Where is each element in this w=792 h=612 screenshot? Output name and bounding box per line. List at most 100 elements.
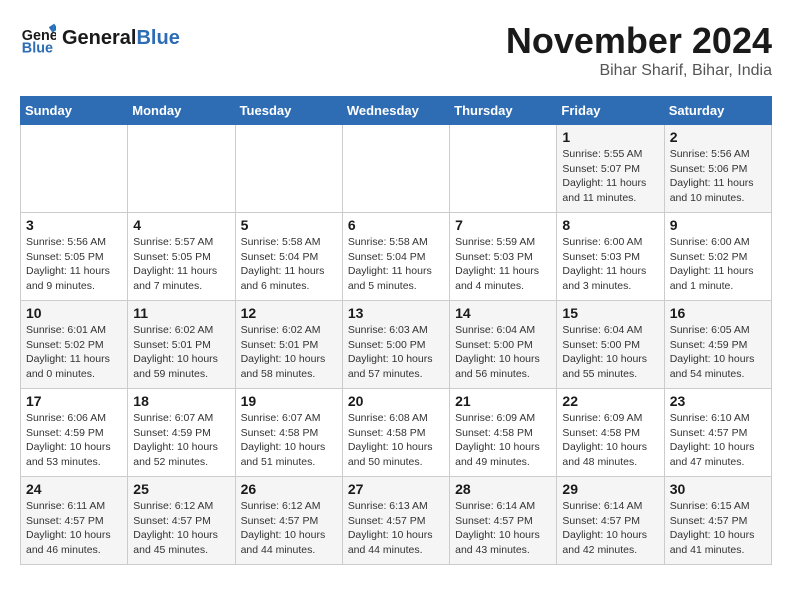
calendar-cell [450, 125, 557, 213]
day-detail: Sunrise: 5:58 AM Sunset: 5:04 PM Dayligh… [241, 235, 337, 294]
day-detail: Sunrise: 6:04 AM Sunset: 5:00 PM Dayligh… [562, 323, 658, 382]
calendar-table: SundayMondayTuesdayWednesdayThursdayFrid… [20, 96, 772, 565]
calendar-cell: 5 Sunrise: 5:58 AM Sunset: 5:04 PM Daylig… [235, 213, 342, 301]
calendar-cell: 26 Sunrise: 6:12 AM Sunset: 4:57 PM Dayli… [235, 477, 342, 565]
calendar-cell: 4Sunrise: 5:57 AM Sunset: 5:05 PM Daylig… [128, 213, 235, 301]
calendar-cell: 20 Sunrise: 6:08 AM Sunset: 4:58 PM Dayli… [342, 389, 449, 477]
day-detail: Sunrise: 6:12 AM Sunset: 4:57 PM Dayligh… [241, 499, 337, 558]
day-detail: Sunrise: 6:05 AM Sunset: 4:59 PM Dayligh… [670, 323, 766, 382]
day-number: 11 [133, 305, 229, 321]
day-number: 21 [455, 393, 551, 409]
day-detail: Sunrise: 6:10 AM Sunset: 4:57 PM Dayligh… [670, 411, 766, 470]
day-number: 3 [26, 217, 122, 233]
day-number: 26 [241, 481, 337, 497]
calendar-week-row: 17 Sunrise: 6:06 AM Sunset: 4:59 PM Dayli… [21, 389, 772, 477]
calendar-cell: 12 Sunrise: 6:02 AM Sunset: 5:01 PM Dayli… [235, 301, 342, 389]
calendar-cell: 15 Sunrise: 6:04 AM Sunset: 5:00 PM Dayli… [557, 301, 664, 389]
day-detail: Sunrise: 5:57 AM Sunset: 5:05 PM Dayligh… [133, 235, 229, 294]
calendar-cell [342, 125, 449, 213]
calendar-cell: 9Sunrise: 6:00 AM Sunset: 5:02 PM Daylig… [664, 213, 771, 301]
calendar-cell: 16Sunrise: 6:05 AM Sunset: 4:59 PM Dayli… [664, 301, 771, 389]
day-detail: Sunrise: 6:00 AM Sunset: 5:03 PM Dayligh… [562, 235, 658, 294]
day-detail: Sunrise: 6:04 AM Sunset: 5:00 PM Dayligh… [455, 323, 551, 382]
calendar-cell: 14 Sunrise: 6:04 AM Sunset: 5:00 PM Dayli… [450, 301, 557, 389]
day-number: 14 [455, 305, 551, 321]
day-detail: Sunrise: 5:56 AM Sunset: 5:06 PM Dayligh… [670, 147, 766, 206]
calendar-week-row: 3Sunrise: 5:56 AM Sunset: 5:05 PM Daylig… [21, 213, 772, 301]
calendar-cell: 28 Sunrise: 6:14 AM Sunset: 4:57 PM Dayli… [450, 477, 557, 565]
calendar-cell: 2 Sunrise: 5:56 AM Sunset: 5:06 PM Daylig… [664, 125, 771, 213]
day-detail: Sunrise: 5:55 AM Sunset: 5:07 PM Dayligh… [562, 147, 658, 206]
calendar-cell: 11 Sunrise: 6:02 AM Sunset: 5:01 PM Dayli… [128, 301, 235, 389]
calendar-body: 1 Sunrise: 5:55 AM Sunset: 5:07 PM Daylig… [21, 125, 772, 565]
day-detail: Sunrise: 6:08 AM Sunset: 4:58 PM Dayligh… [348, 411, 444, 470]
day-detail: Sunrise: 6:11 AM Sunset: 4:57 PM Dayligh… [26, 499, 122, 558]
calendar-cell: 18 Sunrise: 6:07 AM Sunset: 4:59 PM Dayli… [128, 389, 235, 477]
calendar-cell: 25Sunrise: 6:12 AM Sunset: 4:57 PM Dayli… [128, 477, 235, 565]
day-detail: Sunrise: 6:02 AM Sunset: 5:01 PM Dayligh… [241, 323, 337, 382]
day-detail: Sunrise: 6:00 AM Sunset: 5:02 PM Dayligh… [670, 235, 766, 294]
day-number: 24 [26, 481, 122, 497]
day-number: 6 [348, 217, 444, 233]
day-detail: Sunrise: 6:15 AM Sunset: 4:57 PM Dayligh… [670, 499, 766, 558]
title-area: November 2024 Bihar Sharif, Bihar, India [506, 20, 772, 80]
logo-icon: General Blue [20, 20, 56, 56]
calendar-cell: 27Sunrise: 6:13 AM Sunset: 4:57 PM Dayli… [342, 477, 449, 565]
weekday-header-friday: Friday [557, 97, 664, 125]
calendar-cell: 10 Sunrise: 6:01 AM Sunset: 5:02 PM Dayli… [21, 301, 128, 389]
day-detail: Sunrise: 5:58 AM Sunset: 5:04 PM Dayligh… [348, 235, 444, 294]
day-detail: Sunrise: 6:07 AM Sunset: 4:59 PM Dayligh… [133, 411, 229, 470]
day-number: 17 [26, 393, 122, 409]
calendar-cell: 24 Sunrise: 6:11 AM Sunset: 4:57 PM Dayli… [21, 477, 128, 565]
calendar-week-row: 10 Sunrise: 6:01 AM Sunset: 5:02 PM Dayli… [21, 301, 772, 389]
day-number: 7 [455, 217, 551, 233]
weekday-header-row: SundayMondayTuesdayWednesdayThursdayFrid… [21, 97, 772, 125]
day-number: 8 [562, 217, 658, 233]
day-detail: Sunrise: 6:02 AM Sunset: 5:01 PM Dayligh… [133, 323, 229, 382]
calendar-cell: 23 Sunrise: 6:10 AM Sunset: 4:57 PM Dayli… [664, 389, 771, 477]
calendar-week-row: 1 Sunrise: 5:55 AM Sunset: 5:07 PM Daylig… [21, 125, 772, 213]
day-detail: Sunrise: 6:09 AM Sunset: 4:58 PM Dayligh… [562, 411, 658, 470]
logo: General Blue GeneralBlue [20, 20, 180, 56]
day-number: 18 [133, 393, 229, 409]
day-detail: Sunrise: 5:59 AM Sunset: 5:03 PM Dayligh… [455, 235, 551, 294]
calendar-week-row: 24 Sunrise: 6:11 AM Sunset: 4:57 PM Dayli… [21, 477, 772, 565]
day-number: 19 [241, 393, 337, 409]
day-number: 15 [562, 305, 658, 321]
svg-text:Blue: Blue [22, 40, 53, 56]
weekday-header-monday: Monday [128, 97, 235, 125]
day-number: 13 [348, 305, 444, 321]
day-number: 12 [241, 305, 337, 321]
day-detail: Sunrise: 6:13 AM Sunset: 4:57 PM Dayligh… [348, 499, 444, 558]
calendar-cell: 19Sunrise: 6:07 AM Sunset: 4:58 PM Dayli… [235, 389, 342, 477]
logo-text-block: GeneralBlue [62, 27, 180, 49]
day-number: 23 [670, 393, 766, 409]
day-number: 10 [26, 305, 122, 321]
day-detail: Sunrise: 6:06 AM Sunset: 4:59 PM Dayligh… [26, 411, 122, 470]
calendar-cell: 1 Sunrise: 5:55 AM Sunset: 5:07 PM Daylig… [557, 125, 664, 213]
day-number: 5 [241, 217, 337, 233]
calendar-cell: 7 Sunrise: 5:59 AM Sunset: 5:03 PM Daylig… [450, 213, 557, 301]
calendar-cell: 21Sunrise: 6:09 AM Sunset: 4:58 PM Dayli… [450, 389, 557, 477]
day-number: 25 [133, 481, 229, 497]
calendar-cell: 6 Sunrise: 5:58 AM Sunset: 5:04 PM Daylig… [342, 213, 449, 301]
day-number: 20 [348, 393, 444, 409]
month-title: November 2024 [506, 20, 772, 62]
calendar-cell: 30 Sunrise: 6:15 AM Sunset: 4:57 PM Dayli… [664, 477, 771, 565]
calendar-cell: 8 Sunrise: 6:00 AM Sunset: 5:03 PM Daylig… [557, 213, 664, 301]
day-number: 22 [562, 393, 658, 409]
calendar-cell [128, 125, 235, 213]
calendar-header: SundayMondayTuesdayWednesdayThursdayFrid… [21, 97, 772, 125]
weekday-header-saturday: Saturday [664, 97, 771, 125]
calendar-cell [235, 125, 342, 213]
day-number: 28 [455, 481, 551, 497]
page-header: General Blue GeneralBlue November 2024 B… [20, 20, 772, 80]
day-number: 1 [562, 129, 658, 145]
day-detail: Sunrise: 6:01 AM Sunset: 5:02 PM Dayligh… [26, 323, 122, 382]
calendar-cell: 17 Sunrise: 6:06 AM Sunset: 4:59 PM Dayli… [21, 389, 128, 477]
day-number: 2 [670, 129, 766, 145]
weekday-header-tuesday: Tuesday [235, 97, 342, 125]
day-detail: Sunrise: 6:14 AM Sunset: 4:57 PM Dayligh… [455, 499, 551, 558]
day-number: 30 [670, 481, 766, 497]
calendar-cell: 13Sunrise: 6:03 AM Sunset: 5:00 PM Dayli… [342, 301, 449, 389]
